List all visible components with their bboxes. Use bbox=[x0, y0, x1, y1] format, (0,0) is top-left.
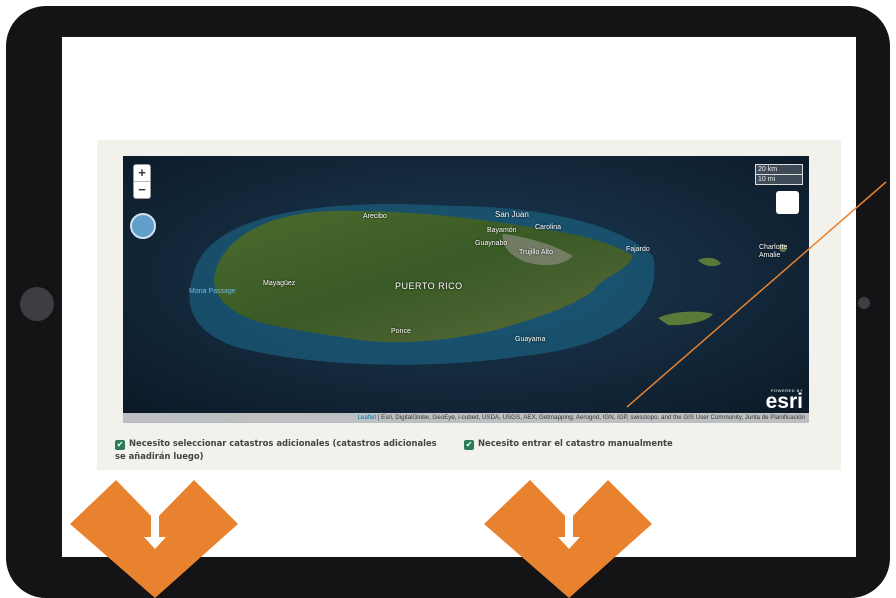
down-arrow-icon bbox=[70, 480, 238, 598]
annotation-pointer-line bbox=[626, 181, 887, 408]
down-arrow-icon bbox=[484, 480, 652, 598]
annotation-overlay bbox=[70, 181, 887, 598]
